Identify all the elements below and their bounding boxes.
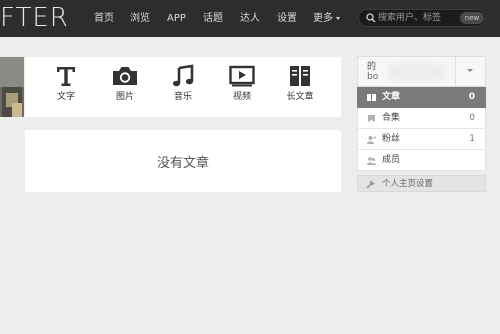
stat-row-followers[interactable]: 粉丝 1 xyxy=(357,129,486,150)
stat-row-collections[interactable]: 合集 0 xyxy=(357,108,486,129)
avatar[interactable] xyxy=(0,57,24,117)
camera-icon xyxy=(113,67,137,85)
collection-icon xyxy=(368,115,375,122)
profile-stats-list: 文章 0 合集 0 粉丝 1 成员 xyxy=(357,87,486,171)
empty-posts-card: 没有文章 xyxy=(25,130,341,192)
site-logo[interactable]: FTER xyxy=(0,3,69,33)
post-long-article-button[interactable]: 长文章 xyxy=(277,64,323,114)
empty-message: 没有文章 xyxy=(156,156,209,171)
blurred-profile-text xyxy=(388,63,446,81)
nav-item-topics[interactable]: 话题 xyxy=(203,0,223,37)
profile-settings-link[interactable]: 个人主页设置 xyxy=(357,175,486,192)
video-icon xyxy=(229,65,255,87)
nav-item-home[interactable]: 首页 xyxy=(94,0,114,37)
nav-item-browse[interactable]: 浏览 xyxy=(130,0,150,37)
long-article-icon xyxy=(290,66,310,86)
nav-item-settings[interactable]: 设置 xyxy=(277,0,297,37)
profile-subtitle: bo xyxy=(367,72,379,82)
profile-switcher[interactable]: 的 bo xyxy=(357,56,486,87)
text-icon xyxy=(57,67,75,86)
nav-item-experts[interactable]: 达人 xyxy=(240,0,260,37)
top-navigation-bar: FTER 首页 浏览 APP 话题 达人 设置 更多 new xyxy=(0,0,500,37)
post-music-button[interactable]: 音乐 xyxy=(160,64,206,114)
followers-icon xyxy=(367,136,376,144)
chevron-down-icon xyxy=(336,17,340,20)
article-icon xyxy=(367,94,376,101)
search-icon xyxy=(366,13,376,23)
music-icon xyxy=(172,64,194,87)
search-input[interactable] xyxy=(378,11,458,25)
stat-row-articles[interactable]: 文章 0 xyxy=(357,87,486,108)
nav-item-app[interactable]: APP xyxy=(167,0,186,37)
post-image-button[interactable]: 图片 xyxy=(102,64,148,114)
post-video-button[interactable]: 视频 xyxy=(219,64,265,114)
wrench-icon xyxy=(366,180,375,189)
members-icon xyxy=(367,157,376,165)
stat-row-members[interactable]: 成员 xyxy=(357,150,486,171)
nav-item-more[interactable]: 更多 xyxy=(313,0,340,37)
new-badge: new xyxy=(460,12,484,24)
chevron-down-icon[interactable] xyxy=(467,69,473,72)
post-text-button[interactable]: 文字 xyxy=(43,64,89,114)
divider xyxy=(455,57,456,86)
search-box[interactable]: new xyxy=(358,9,486,27)
post-type-toolbar: 文字 图片 音乐 视频 长文章 xyxy=(25,57,341,117)
